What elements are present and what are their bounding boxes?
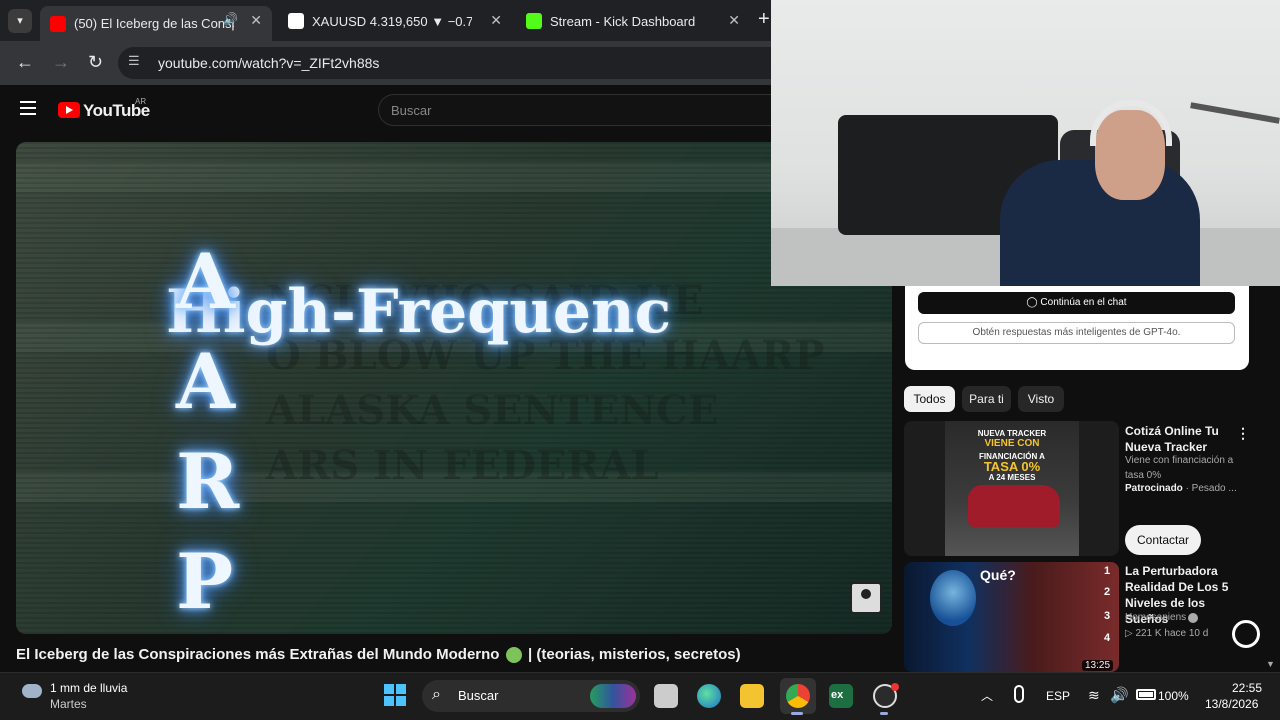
- tradingview-icon: [288, 13, 304, 29]
- battery-percent[interactable]: 100%: [1158, 689, 1189, 703]
- continue-chat-label: Continúa en el chat: [1040, 297, 1127, 308]
- chevron-up-icon[interactable]: ︿: [981, 687, 993, 704]
- menu-icon[interactable]: [20, 101, 36, 115]
- thumbnail-number: 4: [1104, 632, 1111, 644]
- video-title: El Iceberg de las Conspiraciones más Ext…: [16, 646, 500, 663]
- ad-sponsored-line: Patrocinado · Pesado ...: [1125, 483, 1237, 494]
- tab-label: Stream - Kick Dashboard: [550, 13, 696, 29]
- search-placeholder: Buscar: [391, 103, 432, 118]
- rain-cloud-icon[interactable]: [22, 684, 42, 698]
- close-icon[interactable]: ✕: [728, 12, 740, 29]
- search-icon: ⌕: [432, 686, 441, 703]
- ad-advertiser: · Pesado ...: [1185, 483, 1237, 494]
- video-overlay-letter: P: [176, 537, 234, 626]
- thumbnail-text: Qué?: [980, 567, 1016, 583]
- speaker-icon[interactable]: 🔊: [223, 12, 238, 26]
- ad-banner-top: NUEVA TRACKER: [977, 429, 1047, 438]
- tab-label: (50) El Iceberg de las Consp: [74, 16, 234, 31]
- tab-kick[interactable]: Stream - Kick Dashboard ✕: [516, 6, 748, 36]
- video-overlay-letter: A: [176, 337, 235, 426]
- site-info-icon[interactable]: ☰: [128, 53, 146, 71]
- video-title-suffix: | (teorias, misterios, secretos): [528, 646, 741, 663]
- thumbnail-number: 3: [1104, 610, 1111, 622]
- search-input[interactable]: Buscar: [378, 94, 778, 126]
- ad-banner-big: TASA 0%: [983, 459, 1041, 474]
- forward-icon[interactable]: →: [52, 52, 70, 73]
- ad-banner-mid: VIENE CON: [984, 438, 1040, 449]
- video-overlay-title: High-Frequenc: [166, 277, 672, 347]
- thumbnail-number: 1: [1104, 565, 1111, 577]
- ad-description: Viene con financiación a tasa 0%: [1125, 455, 1234, 481]
- back-icon[interactable]: ←: [16, 52, 34, 73]
- ad-title[interactable]: Cotizá Online Tu Nueva Tracker: [1125, 423, 1235, 455]
- clock-date[interactable]: 13/8/2026: [1205, 697, 1258, 711]
- verified-icon: [1188, 613, 1198, 623]
- running-indicator: [880, 712, 888, 715]
- battery-icon[interactable]: [1136, 689, 1156, 700]
- url-text[interactable]: youtube.com/watch?v=_ZIFt2vh88s: [158, 55, 379, 71]
- kick-icon: [526, 13, 542, 29]
- continue-chat-button[interactable]: ◯ Continúa en el chat: [918, 292, 1235, 314]
- video-meta: ▷ 221 K hace 10 d: [1125, 628, 1209, 639]
- alien-emoji-icon: [506, 647, 522, 663]
- scroll-down-icon[interactable]: ▼: [1266, 659, 1275, 669]
- ad-car-image: [968, 485, 1060, 527]
- chip-para-ti[interactable]: Para ti: [962, 386, 1011, 412]
- tab-youtube[interactable]: (50) El Iceberg de las Consp ✕ 🔊: [40, 6, 272, 41]
- exness-icon[interactable]: ex: [829, 684, 853, 708]
- ad-sponsored-label: Patrocinado: [1125, 483, 1183, 494]
- file-explorer-icon[interactable]: [740, 684, 764, 708]
- clock-time[interactable]: 22:55: [1232, 681, 1262, 695]
- tab-label: XAUUSD 4.319,650 ▼ −0.73% S: [312, 13, 472, 29]
- more-options-icon[interactable]: ⋮: [1236, 425, 1250, 442]
- new-tab-button[interactable]: +: [758, 8, 770, 31]
- video-overlay-letter: A: [176, 237, 235, 326]
- language-indicator[interactable]: ESP: [1046, 689, 1070, 703]
- contact-button[interactable]: Contactar: [1125, 525, 1201, 555]
- weather-day[interactable]: Martes: [50, 697, 87, 711]
- thumbnail-figure: [930, 570, 976, 626]
- thumbnail-number: 2: [1104, 586, 1111, 598]
- chip-todos[interactable]: Todos: [904, 386, 955, 412]
- tab-tradingview[interactable]: XAUUSD 4.319,650 ▼ −0.73% S ✕: [278, 6, 510, 36]
- chatgpt-icon[interactable]: [1232, 620, 1260, 648]
- country-code: AR: [135, 97, 147, 106]
- channel-name[interactable]: Homosapiens: [1125, 612, 1186, 623]
- youtube-icon: [50, 15, 66, 32]
- close-icon[interactable]: ✕: [250, 12, 262, 29]
- youtube-logo-icon[interactable]: [58, 102, 80, 118]
- task-view-icon[interactable]: [654, 684, 678, 708]
- video-duration: 13:25: [1082, 660, 1114, 671]
- chrome-icon[interactable]: [786, 684, 810, 708]
- channel-watermark-icon[interactable]: [850, 582, 882, 614]
- chip-visto[interactable]: Visto: [1018, 386, 1064, 412]
- windows-start-icon[interactable]: [384, 684, 406, 706]
- reload-icon[interactable]: ↻: [88, 52, 103, 73]
- video-overlay-letter: R: [176, 437, 240, 526]
- recording-indicator-icon: [891, 683, 899, 691]
- search-highlight-image[interactable]: [590, 684, 636, 708]
- edge-icon[interactable]: [697, 684, 721, 708]
- video-player[interactable]: NCL WHO SAID HE O BLOW UP THE HAARP ALAS…: [16, 142, 892, 634]
- weather-summary[interactable]: 1 mm de lluvia: [50, 681, 127, 695]
- gpt-upsell-button[interactable]: Obtén respuestas más inteligentes de GPT…: [918, 322, 1235, 344]
- ad-banner-sub: A 24 MESES: [988, 473, 1036, 482]
- microphone-icon[interactable]: [1014, 685, 1024, 703]
- close-icon[interactable]: ✕: [490, 12, 502, 29]
- wifi-icon[interactable]: ≋: [1088, 687, 1100, 704]
- taskbar-search-label: Buscar: [458, 688, 499, 703]
- chat-bubble-icon: ◯: [1026, 297, 1041, 308]
- volume-icon[interactable]: 🔊: [1110, 686, 1129, 704]
- active-indicator: [791, 712, 803, 715]
- tab-search-button[interactable]: ▾: [8, 9, 32, 33]
